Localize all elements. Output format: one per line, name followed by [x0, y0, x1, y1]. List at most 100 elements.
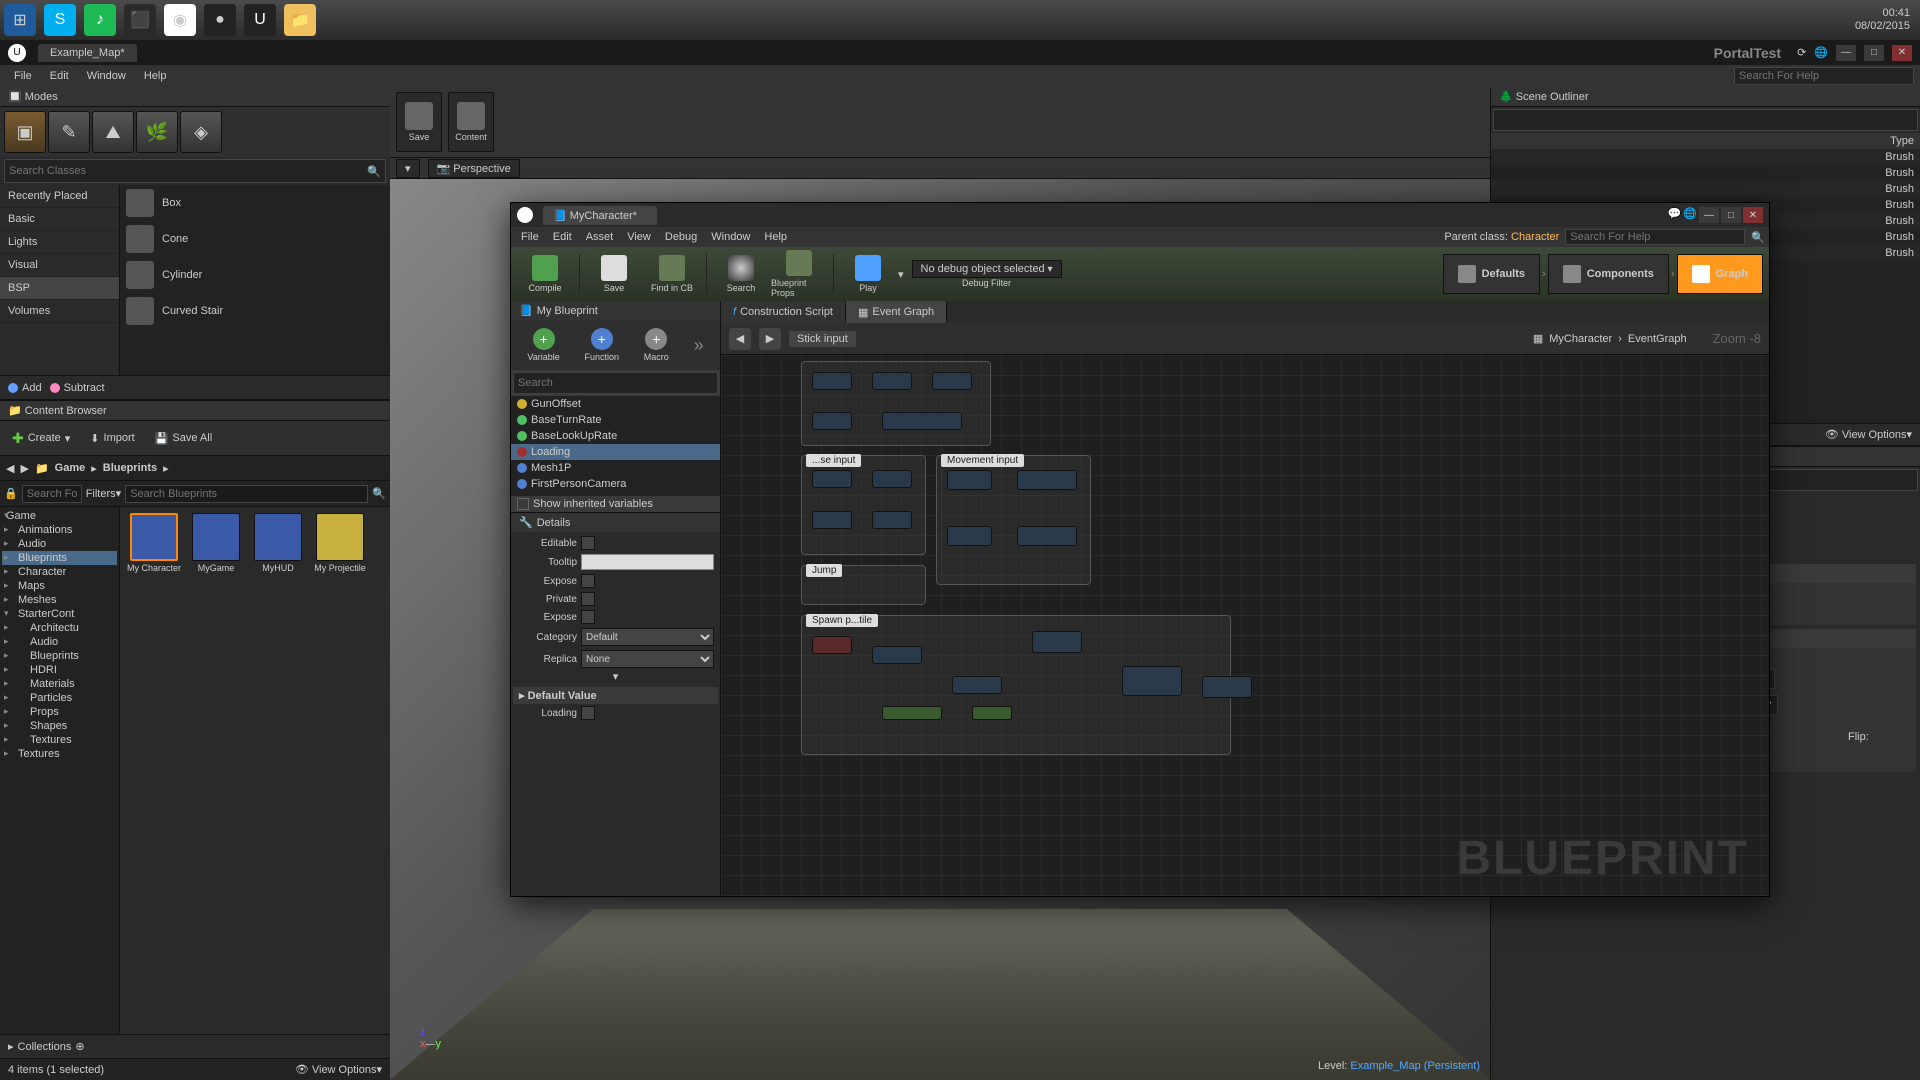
- cb-saveall-button[interactable]: 💾Save All: [149, 428, 218, 449]
- cb-search-assets[interactable]: [125, 485, 368, 503]
- modes-item-list[interactable]: Box Cone Cylinder Curved Stair: [120, 185, 390, 375]
- breadcrumb-asset[interactable]: MyCharacter: [1549, 333, 1612, 345]
- debug-object-select[interactable]: No debug object selected ▾: [912, 260, 1062, 278]
- bp-menu-file[interactable]: File: [515, 229, 545, 245]
- add-variable-button[interactable]: +Variable: [527, 328, 559, 362]
- cb-import-button[interactable]: ⬇Import: [84, 428, 140, 449]
- comment-movement-input[interactable]: Movement input: [936, 455, 1091, 585]
- tree-node[interactable]: Textures: [2, 733, 117, 747]
- tree-node[interactable]: StarterCont: [2, 607, 117, 621]
- tree-node[interactable]: Audio: [2, 635, 117, 649]
- cat-bsp[interactable]: BSP: [0, 277, 119, 300]
- bp-menu-edit[interactable]: Edit: [547, 229, 578, 245]
- bp-menu-view[interactable]: View: [621, 229, 657, 245]
- start-button[interactable]: ⊞: [4, 4, 36, 36]
- tab-construction-script[interactable]: fConstruction Script: [721, 301, 846, 323]
- menu-file[interactable]: File: [6, 68, 40, 84]
- foliage-mode-icon[interactable]: 🌿: [136, 111, 178, 153]
- bp-maximize-button[interactable]: □: [1721, 207, 1741, 223]
- variable-row[interactable]: Loading: [511, 444, 720, 460]
- expand-icon[interactable]: ▾: [513, 670, 718, 683]
- bp-menu-debug[interactable]: Debug: [659, 229, 703, 245]
- default-value-row[interactable]: Loading: [513, 704, 718, 722]
- comment-stick-input[interactable]: [801, 361, 991, 446]
- bp-save-button[interactable]: Save: [586, 250, 642, 298]
- add-macro-button[interactable]: +Macro: [644, 328, 669, 362]
- bp-search-help[interactable]: [1565, 229, 1745, 245]
- tree-node[interactable]: HDRI: [2, 663, 117, 677]
- tree-node[interactable]: Blueprints: [2, 551, 117, 565]
- add-function-button[interactable]: +Function: [585, 328, 620, 362]
- unreal-icon[interactable]: U: [244, 4, 276, 36]
- cb-back-icon[interactable]: ◀: [6, 462, 14, 475]
- content-browser-tab[interactable]: 📁 Content Browser: [0, 401, 390, 421]
- variable-row[interactable]: GunOffset: [511, 396, 720, 412]
- mode-graph-button[interactable]: Graph: [1677, 254, 1763, 294]
- variable-row[interactable]: BaseLookUpRate: [511, 428, 720, 444]
- bp-var-search[interactable]: [513, 372, 718, 394]
- minimize-button[interactable]: —: [1836, 45, 1856, 61]
- viewport-options[interactable]: ▾: [396, 159, 420, 178]
- tree-node[interactable]: Meshes: [2, 593, 117, 607]
- cb-asset-grid[interactable]: My CharacterMyGameMyHUDMy Projectile: [120, 507, 390, 1034]
- variable-row[interactable]: BaseTurnRate: [511, 412, 720, 428]
- bp-sc-icon[interactable]: 🌐: [1683, 207, 1697, 223]
- asset-thumb[interactable]: MyHUD: [250, 513, 306, 573]
- geometry-mode-icon[interactable]: ◈: [180, 111, 222, 153]
- bp-menu-help[interactable]: Help: [758, 229, 793, 245]
- tree-node[interactable]: Audio: [2, 537, 117, 551]
- tree-node[interactable]: Textures: [2, 747, 117, 761]
- detail-row[interactable]: CategoryDefault: [513, 626, 718, 648]
- tree-node[interactable]: Character: [2, 565, 117, 579]
- close-button[interactable]: ✕: [1892, 45, 1912, 61]
- landscape-mode-icon[interactable]: ⛰: [92, 111, 134, 153]
- asset-thumb[interactable]: My Character: [126, 513, 182, 573]
- graph-canvas[interactable]: ...se input Movement input: [721, 355, 1769, 896]
- search-help-input[interactable]: [1734, 67, 1914, 85]
- outliner-row[interactable]: Brush: [1491, 181, 1920, 197]
- detail-row[interactable]: Expose: [513, 608, 718, 626]
- epic-icon[interactable]: ⬛: [124, 4, 156, 36]
- breadcrumb-graph[interactable]: EventGraph: [1628, 333, 1687, 345]
- bp-close-button[interactable]: ✕: [1743, 207, 1763, 223]
- modes-search-input[interactable]: [9, 165, 367, 177]
- tree-node[interactable]: Shapes: [2, 719, 117, 733]
- place-mode-icon[interactable]: ▣: [4, 111, 46, 153]
- mode-defaults-button[interactable]: Defaults: [1443, 254, 1540, 294]
- detail-row[interactable]: Private: [513, 590, 718, 608]
- bp-menu-window[interactable]: Window: [705, 229, 756, 245]
- marketplace-icon[interactable]: 🌐: [1814, 46, 1828, 59]
- tree-node[interactable]: Animations: [2, 523, 117, 537]
- asset-thumb[interactable]: MyGame: [188, 513, 244, 573]
- cb-create-button[interactable]: ✚Create▾: [6, 426, 76, 451]
- tree-node[interactable]: Blueprints: [2, 649, 117, 663]
- cb-view-options[interactable]: 👁 View Options▾: [295, 1063, 382, 1076]
- modes-tab[interactable]: 🔲 Modes: [0, 87, 390, 107]
- filters-button[interactable]: Filters▾: [86, 487, 121, 500]
- my-blueprint-tab[interactable]: 📘 My Blueprint: [511, 301, 720, 320]
- bp-variable-list[interactable]: GunOffsetBaseTurnRateBaseLookUpRateLoadi…: [511, 396, 720, 496]
- tree-node[interactable]: Particles: [2, 691, 117, 705]
- detail-row[interactable]: ReplicaNone: [513, 648, 718, 670]
- tree-node[interactable]: Game: [2, 509, 117, 523]
- bp-minimize-button[interactable]: —: [1699, 207, 1719, 223]
- outliner-row[interactable]: Brush: [1491, 165, 1920, 181]
- detail-row[interactable]: Editable: [513, 534, 718, 552]
- parent-class-link[interactable]: Character: [1511, 231, 1559, 243]
- system-clock[interactable]: 00:41 08/02/2015: [1855, 7, 1910, 33]
- detail-row[interactable]: Expose: [513, 572, 718, 590]
- menu-edit[interactable]: Edit: [42, 68, 77, 84]
- outliner-row[interactable]: Brush: [1491, 149, 1920, 165]
- bp-details-tab[interactable]: 🔧 Details: [511, 513, 720, 532]
- cb-fwd-icon[interactable]: ▶: [20, 462, 28, 475]
- paint-mode-icon[interactable]: ✎: [48, 111, 90, 153]
- outliner-type-header[interactable]: Type: [1890, 135, 1914, 147]
- expand-toolbar-icon[interactable]: »: [694, 335, 704, 356]
- bp-props-button[interactable]: Blueprint Props: [771, 250, 827, 298]
- add-collection-icon[interactable]: ⊕: [75, 1040, 84, 1053]
- cat-visual[interactable]: Visual: [0, 254, 119, 277]
- brush-cone[interactable]: Cone: [120, 221, 390, 257]
- show-inherited-checkbox[interactable]: Show inherited variables: [511, 496, 720, 512]
- toolbar-content[interactable]: Content: [448, 92, 494, 152]
- obs-icon[interactable]: ●: [204, 4, 236, 36]
